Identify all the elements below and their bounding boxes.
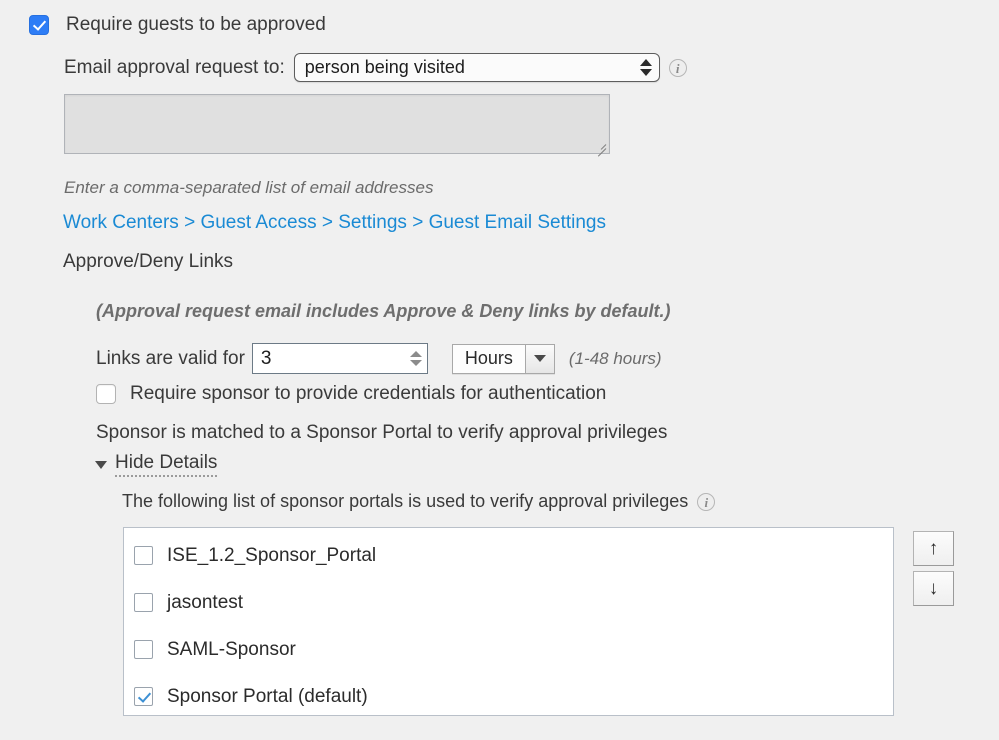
require-sponsor-credentials-label: Require sponsor to provide credentials f… <box>130 383 607 404</box>
links-valid-duration-value: 3 <box>260 347 272 369</box>
hide-details-toggle[interactable]: Hide Details <box>95 452 218 477</box>
move-down-button[interactable]: ↓ <box>913 571 954 606</box>
chevron-down-icon[interactable] <box>524 344 554 373</box>
require-sponsor-credentials-checkbox[interactable] <box>96 384 116 404</box>
portal-checkbox[interactable] <box>134 546 153 565</box>
require-sponsor-credentials-row[interactable]: Require sponsor to provide credentials f… <box>96 383 606 405</box>
spinner-down-icon[interactable] <box>410 360 423 366</box>
resize-handle-icon[interactable] <box>593 138 607 157</box>
links-valid-for-row: Links are valid for 3 Hours (1-48 hours) <box>96 343 662 374</box>
links-valid-for-label: Links are valid for <box>96 347 245 369</box>
portal-name: jasontest <box>167 591 244 613</box>
email-approval-request-select[interactable]: person being visited <box>293 53 660 82</box>
portal-name: SAML-Sponsor <box>167 638 296 660</box>
portal-checkbox[interactable] <box>134 687 153 706</box>
links-valid-range-hint: (1-48 hours) <box>568 348 662 368</box>
triangle-up-icon <box>639 59 652 66</box>
sponsor-portals-info-icon[interactable]: i <box>697 492 716 511</box>
breadcrumb[interactable]: Work Centers > Guest Access > Settings >… <box>63 212 606 234</box>
portal-name: ISE_1.2_Sponsor_Portal <box>167 544 377 566</box>
links-valid-duration-input[interactable]: 3 <box>251 343 428 374</box>
sponsor-portals-caption: The following list of sponsor portals is… <box>122 491 716 512</box>
move-up-button[interactable]: ↑ <box>913 531 954 566</box>
portal-name: Sponsor Portal (default) <box>167 685 368 707</box>
require-guests-approved-row[interactable]: Require guests to be approved <box>29 14 326 36</box>
list-item[interactable]: jasontest <box>124 579 893 626</box>
list-item[interactable]: Sponsor Portal (default) <box>124 673 893 720</box>
links-valid-unit-value: Hours <box>452 344 525 373</box>
select-stepper-arrows-icon[interactable] <box>639 59 653 76</box>
require-guests-approved-label: Require guests to be approved <box>66 14 326 35</box>
require-guests-approved-checkbox[interactable] <box>29 15 49 35</box>
list-item[interactable]: ISE_1.2_Sponsor_Portal <box>124 532 893 579</box>
number-spinner-icon[interactable] <box>410 351 423 366</box>
portal-checkbox[interactable] <box>134 640 153 659</box>
email-addresses-textarea[interactable] <box>64 94 610 157</box>
approval-request-note: (Approval request email includes Approve… <box>96 301 671 321</box>
email-approval-request-row: Email approval request to: person being … <box>64 53 687 82</box>
hide-details-label: Hide Details <box>115 452 218 477</box>
chevron-down-icon <box>95 460 107 469</box>
sponsor-portals-listbox[interactable]: ISE_1.2_Sponsor_Portal jasontest SAML-Sp… <box>123 527 894 716</box>
email-approval-info-icon[interactable]: i <box>668 58 687 77</box>
email-approval-request-label: Email approval request to: <box>64 56 285 78</box>
spinner-up-icon[interactable] <box>410 351 423 357</box>
links-valid-unit-select[interactable]: Hours <box>451 343 555 374</box>
sponsor-matched-description: Sponsor is matched to a Sponsor Portal t… <box>96 422 668 443</box>
list-item[interactable]: SAML-Sponsor <box>124 626 893 673</box>
triangle-down-icon <box>639 69 652 76</box>
sponsor-portals-caption-text: The following list of sponsor portals is… <box>122 491 689 511</box>
email-addresses-helper-text: Enter a comma-separated list of email ad… <box>64 178 434 197</box>
approve-deny-links-heading: Approve/Deny Links <box>63 251 234 272</box>
email-approval-request-value: person being visited <box>304 57 465 77</box>
portal-checkbox[interactable] <box>134 593 153 612</box>
